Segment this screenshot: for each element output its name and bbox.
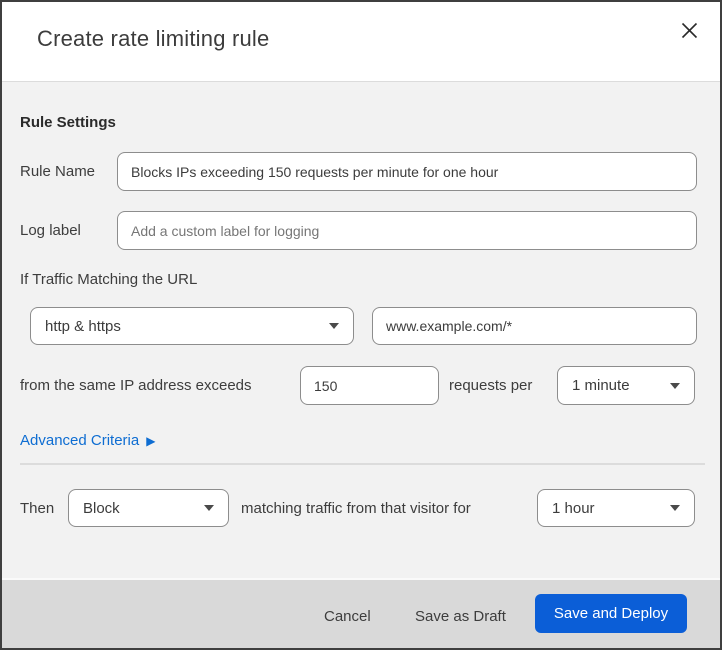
then-label: Then: [20, 500, 55, 517]
arrow-right-icon: ▶: [146, 433, 156, 448]
advanced-criteria-link[interactable]: Advanced Criteria ▶: [20, 432, 155, 449]
dialog-footer: Cancel Save as Draft Save and Deploy: [2, 578, 720, 648]
duration-select[interactable]: 1 hour: [537, 489, 695, 527]
period-select-value: 1 minute: [572, 377, 630, 394]
dialog-header: Create rate limiting rule: [2, 2, 720, 82]
period-select[interactable]: 1 minute: [557, 366, 695, 405]
close-icon: [681, 22, 698, 42]
create-rate-limiting-rule-dialog: Create rate limiting rule Rule Settings …: [0, 0, 722, 650]
save-and-deploy-button[interactable]: Save and Deploy: [535, 594, 687, 633]
chevron-down-icon: [329, 323, 339, 329]
action-select-value: Block: [83, 499, 120, 517]
duration-select-value: 1 hour: [552, 499, 595, 517]
rule-name-input[interactable]: [117, 152, 697, 191]
log-label-input[interactable]: [117, 211, 697, 250]
chevron-down-icon: [204, 505, 214, 511]
save-as-draft-button[interactable]: Save as Draft: [407, 602, 514, 631]
scheme-select-value: http & https: [45, 317, 121, 335]
scheme-select[interactable]: http & https: [30, 307, 354, 345]
action-select[interactable]: Block: [68, 489, 229, 527]
section-divider: [20, 463, 705, 465]
rule-name-label: Rule Name: [20, 163, 96, 180]
matching-traffic-label: matching traffic from that visitor for: [241, 500, 471, 517]
chevron-down-icon: [670, 382, 680, 389]
advanced-criteria-label: Advanced Criteria: [20, 432, 140, 449]
requests-per-label: requests per: [449, 377, 533, 394]
log-label-label: Log label: [20, 222, 81, 239]
url-input[interactable]: [372, 307, 697, 345]
dialog-title: Create rate limiting rule: [37, 26, 270, 51]
rule-settings-heading: Rule Settings: [20, 114, 116, 131]
close-button[interactable]: [676, 19, 702, 45]
request-count-input[interactable]: [300, 366, 439, 405]
chevron-down-icon: [670, 505, 680, 511]
traffic-matching-heading: If Traffic Matching the URL: [20, 271, 198, 288]
exceeds-label: from the same IP address exceeds: [20, 377, 252, 394]
cancel-button[interactable]: Cancel: [316, 602, 379, 631]
